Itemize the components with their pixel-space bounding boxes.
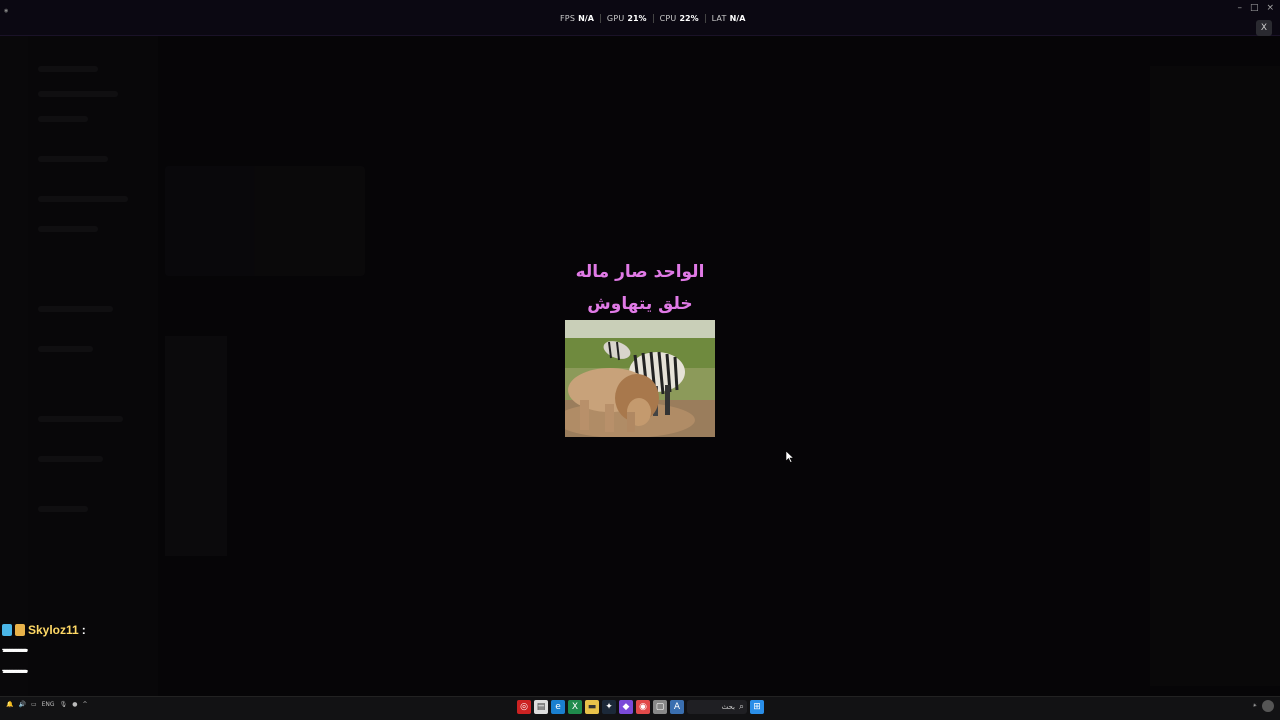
edge-icon[interactable]: e (551, 700, 565, 714)
excel-icon[interactable]: X (568, 700, 582, 714)
steam-icon[interactable]: ✦ (602, 700, 616, 714)
window-controls: – □ × (1237, 3, 1274, 13)
volume-icon[interactable]: 🔊 (18, 701, 25, 708)
member-list (1150, 66, 1280, 686)
weather-label: ☀ (1252, 702, 1257, 709)
network-icon[interactable]: ▭ (31, 701, 37, 708)
stat-label: LAT (711, 13, 727, 23)
overlay-toolbar: ◉ FPS N/A GPU 21% CPU 22% LAT N/A – □ × (0, 0, 1280, 36)
screen: ◉ FPS N/A GPU 21% CPU 22% LAT N/A – □ × (0, 0, 1280, 720)
chrome-icon[interactable]: ◉ (636, 700, 650, 714)
stat-value: N/A (729, 13, 746, 23)
minimize-button[interactable]: – (1237, 3, 1242, 13)
meme-card: الواحد صار ماله خلق يتهاوش هالايام (560, 256, 720, 437)
app-logo: ◉ (4, 8, 9, 14)
close-overlay-button[interactable]: X (1256, 20, 1272, 36)
search-placeholder: بحث (721, 703, 735, 711)
meme-photo (565, 320, 715, 437)
app-icon[interactable]: ◎ (517, 700, 531, 714)
mouse-cursor-icon (786, 451, 794, 463)
security-icon[interactable]: ● (72, 701, 77, 708)
platform-badge-icon (2, 624, 12, 636)
stat-value: 22% (679, 13, 699, 23)
language-indicator[interactable]: ENG (42, 701, 55, 708)
chat-separator: : (81, 623, 86, 637)
stat-label: GPU (606, 13, 625, 23)
performance-stats: FPS N/A GPU 21% CPU 22% LAT N/A (560, 12, 751, 24)
stat-value: N/A (578, 13, 594, 23)
channel-list (28, 36, 158, 696)
system-tray-left: 🔔 🔊 ▭ ENG 🎙 ● ^ (6, 701, 87, 708)
lion-shape (568, 368, 659, 432)
taskbar: 🔔 🔊 ▭ ENG 🎙 ● ^ ◎ ▤ e X ▬ ✦ ◆ ◉ ▢ A بحث … (0, 696, 1280, 720)
stat-label: FPS (560, 13, 576, 23)
user-avatar-icon[interactable] (1262, 700, 1274, 712)
app-icon[interactable]: ▤ (534, 700, 548, 714)
meme-caption-line1: الواحد صار ماله (575, 262, 705, 282)
clock[interactable]: ☀ (1253, 703, 1257, 710)
chat-panel (165, 166, 365, 276)
lion-zebra-photo (565, 320, 715, 437)
chat-message-line: יייייייייייייייייייייייייייייייייייייייי… (2, 647, 28, 657)
stat-fps: FPS N/A (560, 14, 600, 23)
chat-username: Skyloz11 (28, 623, 79, 637)
chat-message-line: יייייייייייייייייייייייייייייייייייייייי… (2, 668, 28, 678)
thumbnail (165, 336, 227, 376)
thumbnail (165, 456, 227, 556)
server-rail (0, 36, 28, 696)
taskbar-search[interactable]: بحث ⌕ (687, 700, 747, 714)
thumbnail (165, 376, 227, 456)
app-icon[interactable]: A (670, 700, 684, 714)
stat-gpu: GPU 21% (599, 13, 653, 23)
maximize-button[interactable]: □ (1250, 3, 1259, 13)
system-tray-right: ☀ (1253, 700, 1274, 712)
search-icon: ⌕ (738, 702, 744, 712)
close-window-button[interactable]: × (1266, 3, 1274, 13)
stat-value: 21% (627, 13, 647, 23)
stat-label: CPU (659, 13, 677, 23)
taskbar-apps: ◎ ▤ e X ▬ ✦ ◆ ◉ ▢ A بحث ⌕ ⊞ (517, 700, 764, 714)
chevron-up-icon[interactable]: ^ (82, 701, 87, 708)
stat-latency: LAT N/A (704, 13, 752, 23)
subscriber-badge-icon (15, 624, 25, 636)
app-icon[interactable]: ▢ (653, 700, 667, 714)
chat-message-header: Skyloz11 : (2, 622, 86, 638)
app-icon[interactable]: ◆ (619, 700, 633, 714)
folder-icon[interactable]: ▬ (585, 700, 599, 714)
windows-start-icon[interactable]: ⊞ (750, 700, 764, 714)
microphone-icon[interactable]: 🎙 (60, 701, 68, 708)
stat-cpu: CPU 22% (652, 13, 705, 23)
notification-icon[interactable]: 🔔 (6, 701, 13, 708)
